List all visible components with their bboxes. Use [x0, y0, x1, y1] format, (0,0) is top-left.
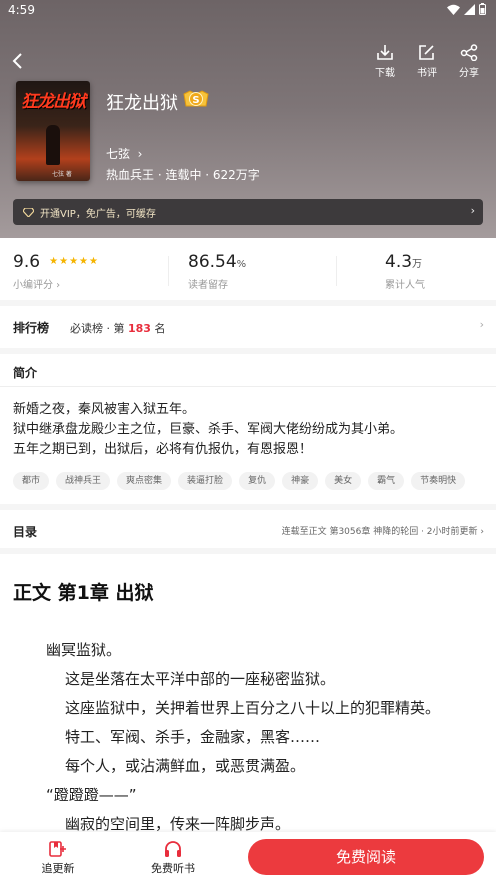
- ranking-suffix: 名: [154, 322, 166, 335]
- free-listen-label: 免费听书: [151, 862, 195, 875]
- chevron-right-icon: ›: [470, 204, 475, 217]
- rating-value: 9.6: [13, 252, 41, 272]
- chapter-paragraph: 特工、军阀、杀手，金融家，黑客……: [65, 728, 321, 746]
- intro-line: 狱中继承盘龙殿少主之位，巨豪、杀手、军阀大佬纷纷成为其小弟。: [13, 422, 404, 437]
- status-bar: 4:59: [0, 0, 496, 24]
- tag[interactable]: 神豪: [282, 472, 319, 490]
- free-listen-button[interactable]: 免费听书: [143, 840, 203, 876]
- cover-title: 狂龙出狱: [21, 92, 86, 112]
- status-icons: [447, 3, 486, 15]
- retention-label: 读者留存: [188, 280, 228, 291]
- tag[interactable]: 美女: [325, 472, 362, 490]
- ranking-number: 183: [128, 322, 151, 335]
- retention-stat: 86.54% 读者留存: [188, 252, 246, 291]
- section-divider: [0, 504, 496, 510]
- rating-label: 小编评分: [13, 280, 53, 291]
- cover-figure: [46, 125, 60, 165]
- divider: [168, 256, 169, 286]
- readers-unit: 万: [412, 259, 423, 270]
- back-arrow-icon[interactable]: [8, 48, 30, 74]
- tag[interactable]: 爽点密集: [117, 472, 172, 490]
- rating-stat[interactable]: 9.6 ★★★★★ 小编评分 ›: [13, 252, 99, 291]
- divider: [0, 386, 496, 387]
- star-rating-icon: ★★★★★: [49, 256, 99, 267]
- chapter-body: 幽冥监狱。 这是坐落在太平洋中部的一座秘密监狱。 这座监狱中，关押着世界上百分之…: [46, 636, 486, 839]
- divider: [336, 256, 337, 286]
- ranking-row[interactable]: 排行榜 必读榜 · 第 183 名 ›: [0, 306, 496, 348]
- chevron-right-icon: ›: [479, 318, 484, 331]
- author-link[interactable]: 七弦 ›: [106, 145, 142, 162]
- chapter-paragraph: “蹬蹬蹬——”: [46, 786, 137, 804]
- toc-latest: 连载至正文 第3056章 神降的轮回 · 2小时前更新 ›: [281, 527, 484, 537]
- chevron-right-icon: ›: [133, 147, 143, 161]
- section-divider: [0, 348, 496, 354]
- cover-author: 七弦 著: [52, 171, 72, 178]
- tag[interactable]: 都市: [13, 472, 50, 490]
- chapter-paragraph: 这是坐落在太平洋中部的一座秘密监狱。: [65, 670, 336, 688]
- share-button[interactable]: 分享: [456, 44, 482, 79]
- wifi-icon: [447, 4, 460, 15]
- intro-line: 五年之期已到，出狱后，必将有仇报仇，有恩报恩！: [13, 442, 313, 457]
- retention-unit: %: [236, 259, 247, 270]
- book-header: 4:59 下载 书评 分享 狂龙出狱 七弦 著 狂龙出狱 S 七弦 › 热血兵王…: [0, 0, 496, 238]
- book-title: 狂龙出狱: [106, 93, 178, 114]
- share-label: 分享: [459, 68, 479, 79]
- ranking-board: 必读榜: [70, 322, 103, 335]
- intro-text[interactable]: 新婚之夜，秦风被害入狱五年。 狱中继承盘龙殿少主之位，巨豪、杀手、军阀大佬纷纷成…: [13, 400, 483, 460]
- follow-updates-label: 追更新: [41, 862, 75, 875]
- tag-list: 都市 战神兵王 爽点密集 装逼打脸 复仇 神豪 美女 霸气 节奏明快: [13, 472, 466, 490]
- intro-heading: 简介: [13, 366, 38, 380]
- follow-updates-button[interactable]: 追更新: [28, 840, 88, 876]
- toc-row[interactable]: 目录 连载至正文 第3056章 神降的轮回 · 2小时前更新 ›: [0, 517, 496, 545]
- author-name: 七弦: [106, 147, 131, 161]
- vip-banner[interactable]: 开通VIP，免广告，可缓存 ›: [13, 199, 483, 225]
- toc-latest-text: 连载至正文 第3056章 神降的轮回 · 2小时前更新: [281, 527, 478, 537]
- intro-line: 新婚之夜，秦风被害入狱五年。: [13, 402, 196, 417]
- battery-icon: [479, 3, 486, 15]
- tag[interactable]: 战神兵王: [56, 472, 111, 490]
- diamond-icon: [23, 207, 34, 217]
- vip-text: 开通VIP，免广告，可缓存: [40, 208, 156, 220]
- readers-value: 4.3: [385, 252, 413, 272]
- review-button[interactable]: 书评: [414, 44, 440, 79]
- tag[interactable]: 装逼打脸: [178, 472, 233, 490]
- badge-letter: S: [192, 95, 199, 106]
- ranking-text: 必读榜 · 第 183 名: [70, 320, 165, 336]
- tag[interactable]: 节奏明快: [411, 472, 466, 490]
- header-actions: 下载 书评 分享: [372, 44, 482, 79]
- download-icon: [377, 45, 393, 60]
- review-label: 书评: [417, 68, 437, 79]
- ranking-heading: 排行榜: [13, 321, 50, 335]
- book-cover[interactable]: 狂龙出狱 七弦 著: [16, 81, 90, 181]
- tag[interactable]: 霸气: [368, 472, 405, 490]
- download-button[interactable]: 下载: [372, 44, 398, 79]
- s-rank-badge-icon: S: [183, 90, 209, 107]
- download-label: 下载: [375, 68, 395, 79]
- chapter-paragraph: 这座监狱中，关押着世界上百分之八十以上的犯罪精英。: [65, 699, 441, 717]
- follow-updates-icon: [49, 841, 66, 857]
- chapter-paragraph: 幽冥监狱。: [46, 641, 122, 659]
- readers-stat: 4.3万 累计人气: [385, 252, 425, 291]
- chapter-paragraph: 每个人，或沾满鲜血，或恶贯满盈。: [65, 757, 306, 775]
- edit-icon: [419, 45, 434, 60]
- ranking-prefix: · 第: [106, 322, 125, 335]
- section-divider: [0, 548, 496, 554]
- free-read-button[interactable]: 免费阅读: [248, 839, 484, 875]
- chapter-title: 正文 第1章 出狱: [13, 582, 154, 604]
- tag[interactable]: 复仇: [239, 472, 276, 490]
- book-meta: 热血兵王 · 连载中 · 622万字: [106, 168, 260, 182]
- readers-label: 累计人气: [385, 280, 425, 291]
- retention-value: 86.54: [188, 252, 237, 272]
- share-icon: [460, 44, 478, 61]
- status-time: 4:59: [8, 3, 35, 17]
- book-detail-page: 4:59 下载 书评 分享 狂龙出狱 七弦 著 狂龙出狱 S 七弦 › 热血兵王…: [0, 0, 496, 882]
- stats-row: 9.6 ★★★★★ 小编评分 › 86.54% 读者留存 4.3万 累计人气: [0, 238, 496, 300]
- bottom-bar: 追更新 免费听书 免费阅读: [0, 832, 496, 882]
- toc-heading: 目录: [13, 525, 38, 539]
- signal-icon: [464, 3, 475, 15]
- headphones-icon: [165, 841, 181, 857]
